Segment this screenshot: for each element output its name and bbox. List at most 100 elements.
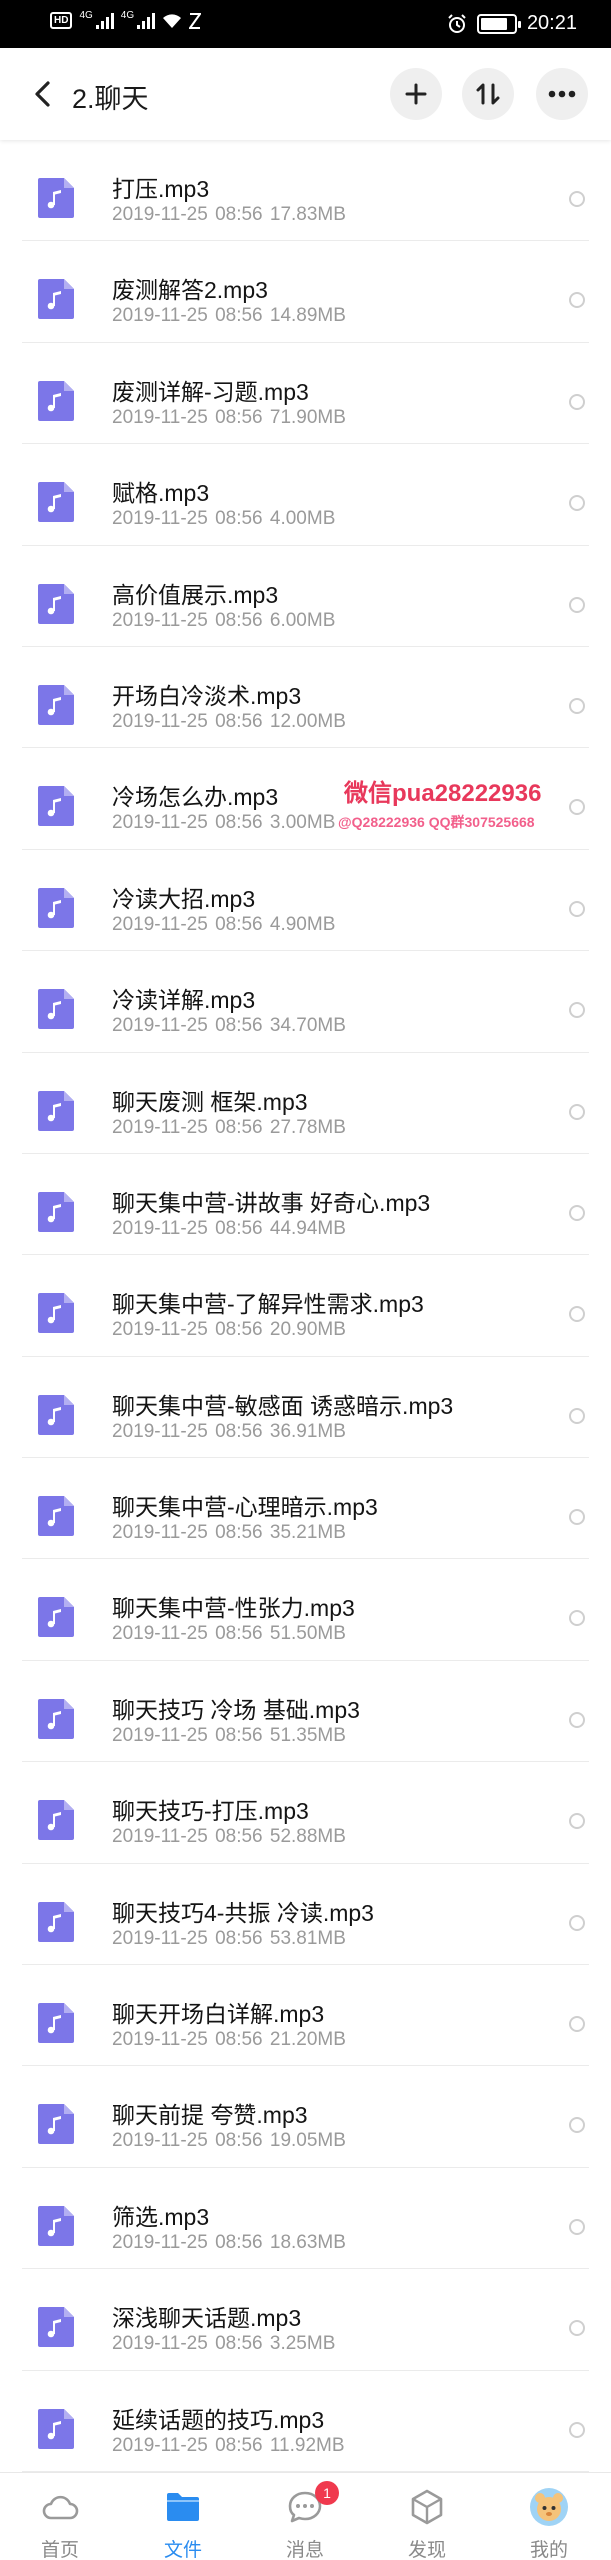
- file-name: 聊天集中营-讲故事 好奇心.mp3: [112, 1189, 431, 1216]
- select-radio[interactable]: [569, 2320, 585, 2337]
- file-time: 08:56: [215, 204, 263, 225]
- select-radio[interactable]: [569, 596, 585, 613]
- audio-file-icon: [38, 2205, 74, 2246]
- file-row[interactable]: 聊天集中营-了解异性需求.mp3 2019-11-25 08:56 20.90M…: [0, 1255, 611, 1357]
- select-radio[interactable]: [569, 1204, 585, 1221]
- file-size: 12.00MB: [269, 710, 346, 732]
- select-radio[interactable]: [569, 292, 585, 309]
- file-name: 高价值展示.mp3: [112, 581, 279, 608]
- file-row[interactable]: 聊天开场白详解.mp3 2019-11-25 08:56 21.20MB: [0, 1965, 611, 2067]
- select-radio[interactable]: [569, 1711, 585, 1728]
- audio-file-icon: [38, 989, 74, 1030]
- chevron-left-icon: [35, 81, 50, 107]
- select-radio[interactable]: [569, 2218, 585, 2235]
- audio-file-icon: [38, 786, 74, 827]
- file-row[interactable]: 聊天集中营-敏感面 诱惑暗示.mp3 2019-11-25 08:56 36.9…: [0, 1357, 611, 1459]
- file-row[interactable]: 冷读详解.mp3 2019-11-25 08:56 34.70MB: [0, 951, 611, 1053]
- audio-file-icon: [38, 2307, 74, 2348]
- select-radio[interactable]: [569, 1509, 585, 1526]
- file-date: 2019-11-25: [112, 2029, 208, 2051]
- file-row[interactable]: 聊天集中营-讲故事 好奇心.mp3 2019-11-25 08:56 44.94…: [0, 1154, 611, 1256]
- audio-file-icon: [38, 178, 74, 218]
- file-name: 冷读详解.mp3: [112, 987, 256, 1014]
- tab-profile[interactable]: 我的: [499, 2473, 599, 2560]
- file-date: 2019-11-25: [112, 609, 208, 631]
- select-radio[interactable]: [569, 1306, 585, 1323]
- select-radio[interactable]: [569, 900, 585, 917]
- file-row[interactable]: 延续话题的技巧.mp3 2019-11-25 08:56 11.92MB: [0, 2371, 611, 2472]
- file-row[interactable]: 打压.mp3 2019-11-25 08:56 17.83MB: [0, 140, 611, 242]
- select-radio[interactable]: [569, 2117, 585, 2134]
- file-name: 聊天技巧-打压.mp3: [112, 1798, 309, 1825]
- select-radio[interactable]: [569, 1610, 585, 1627]
- file-time: 08:56: [215, 1217, 263, 1239]
- file-row[interactable]: 聊天技巧-打压.mp3 2019-11-25 08:56 52.88MB: [0, 1762, 611, 1864]
- tab-label: 首页: [40, 2540, 79, 2560]
- file-date: 2019-11-25: [112, 1116, 208, 1138]
- file-date: 2019-11-25: [112, 1319, 208, 1341]
- file-time: 08:56: [215, 1724, 263, 1746]
- select-radio[interactable]: [569, 1407, 585, 1424]
- audio-file-icon: [38, 279, 74, 320]
- file-meta: 2019-11-25 08:56 71.90MB: [112, 407, 346, 429]
- file-row[interactable]: 高价值展示.mp3 2019-11-25 08:56 6.00MB: [0, 546, 611, 647]
- more-horizontal-icon: [548, 90, 576, 98]
- select-radio[interactable]: [569, 1002, 585, 1019]
- file-row[interactable]: 废测解答2.mp3 2019-11-25 08:56 14.89MB: [0, 241, 611, 343]
- tab-files[interactable]: 文件: [133, 2473, 233, 2560]
- file-size: 52.88MB: [269, 1826, 346, 1848]
- select-radio[interactable]: [569, 2016, 585, 2033]
- file-row[interactable]: 废测详解-习题.mp3 2019-11-25 08:56 71.90MB: [0, 343, 611, 445]
- more-button[interactable]: [536, 68, 588, 120]
- file-size: 34.70MB: [269, 1015, 346, 1037]
- tab-label: 我的: [529, 2540, 568, 2560]
- file-meta: 2019-11-25 08:56 35.21MB: [112, 1522, 346, 1544]
- signal-icon: [95, 12, 114, 29]
- file-name: 赋格.mp3: [112, 480, 210, 507]
- select-radio[interactable]: [569, 495, 585, 512]
- select-radio[interactable]: [569, 2421, 585, 2438]
- cloud-icon: [42, 2495, 79, 2520]
- file-name: 聊天集中营-了解异性需求.mp3: [112, 1291, 424, 1318]
- file-time: 08:56: [215, 1623, 263, 1645]
- tab-messages[interactable]: 1 消息: [255, 2473, 355, 2560]
- file-row[interactable]: 聊天技巧4-共振 冷读.mp3 2019-11-25 08:56 53.81MB: [0, 1864, 611, 1966]
- file-row[interactable]: 聊天技巧 冷场 基础.mp3 2019-11-25 08:56 51.35MB: [0, 1661, 611, 1763]
- tab-home[interactable]: 首页: [10, 2473, 110, 2560]
- file-row[interactable]: 筛选.mp3 2019-11-25 08:56 18.63MB: [0, 2168, 611, 2270]
- file-size: 3.00MB: [269, 812, 336, 834]
- signal-label-1: 4G: [79, 10, 93, 21]
- alarm-icon: [448, 13, 466, 33]
- select-radio[interactable]: [569, 393, 585, 410]
- select-radio[interactable]: [569, 1813, 585, 1830]
- file-row[interactable]: 聊天集中营-心理暗示.mp3 2019-11-25 08:56 35.21MB: [0, 1458, 611, 1560]
- select-radio[interactable]: [569, 799, 585, 816]
- select-radio[interactable]: [569, 1914, 585, 1931]
- file-time: 08:56: [215, 1319, 263, 1341]
- select-radio[interactable]: [569, 697, 585, 714]
- status-left: HD 4G 4G: [50, 10, 202, 29]
- audio-file-icon: [38, 1597, 74, 1638]
- file-row[interactable]: 开场白冷淡术.mp3 2019-11-25 08:56 12.00MB: [0, 647, 611, 749]
- file-row[interactable]: 赋格.mp3 2019-11-25 08:56 4.00MB: [0, 444, 611, 546]
- tab-label: 消息: [285, 2540, 324, 2560]
- sort-button[interactable]: [462, 68, 514, 120]
- tab-discover[interactable]: 发现: [377, 2473, 477, 2560]
- file-size: 3.25MB: [269, 2333, 336, 2355]
- select-radio[interactable]: [569, 1103, 585, 1120]
- add-button[interactable]: [390, 68, 442, 120]
- file-size: 20.90MB: [269, 1319, 346, 1341]
- file-date: 2019-11-25: [112, 305, 208, 327]
- file-name: 聊天开场白详解.mp3: [112, 2001, 325, 2028]
- file-row[interactable]: 聊天集中营-性张力.mp3 2019-11-25 08:56 51.50MB: [0, 1559, 611, 1661]
- file-row[interactable]: 冷读大招.mp3 2019-11-25 08:56 4.90MB: [0, 850, 611, 952]
- file-time: 08:56: [215, 2029, 263, 2051]
- back-button[interactable]: [22, 74, 62, 114]
- file-row[interactable]: 聊天前提 夸赞.mp3 2019-11-25 08:56 19.05MB: [0, 2066, 611, 2168]
- file-row[interactable]: 聊天废测 框架.mp3 2019-11-25 08:56 27.78MB: [0, 1053, 611, 1154]
- file-size: 36.91MB: [269, 1420, 346, 1442]
- file-row[interactable]: 深浅聊天话题.mp3 2019-11-25 08:56 3.25MB: [0, 2269, 611, 2371]
- avatar-icon: [530, 2488, 568, 2526]
- select-radio[interactable]: [569, 191, 585, 207]
- file-size: 27.78MB: [269, 1116, 346, 1138]
